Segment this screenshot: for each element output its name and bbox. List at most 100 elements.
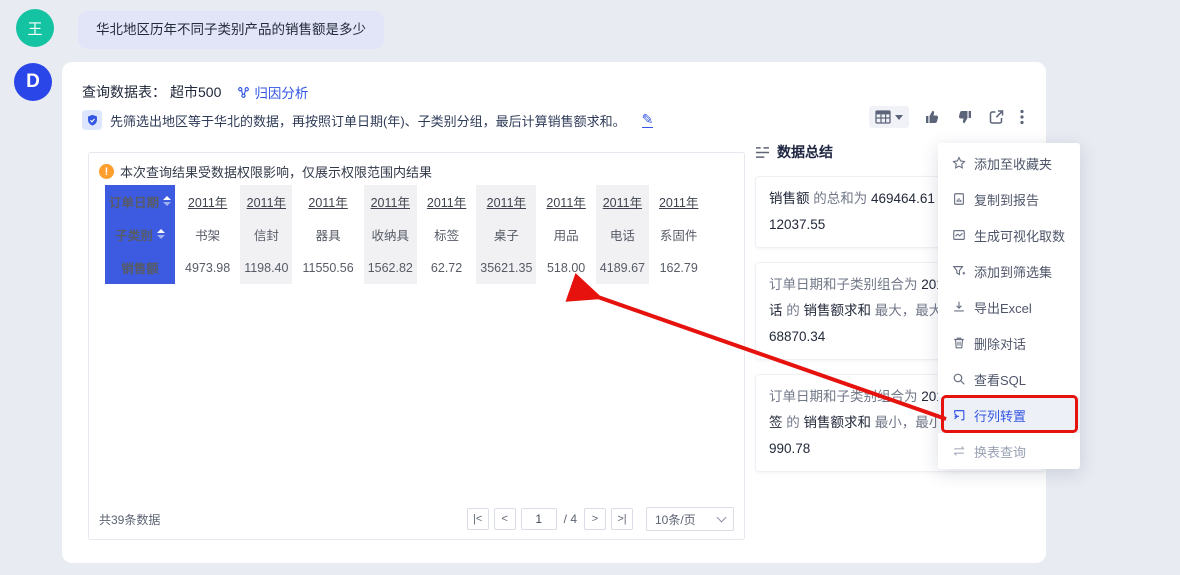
warning-icon: ! <box>99 164 114 179</box>
summary-title: 数据总结 <box>777 142 833 162</box>
table-icon <box>875 110 891 124</box>
row-header-sales[interactable]: 销售额 <box>105 251 175 284</box>
menu-item-label: 删除对话 <box>974 334 1026 353</box>
trash-icon <box>952 336 966 350</box>
cell-subcategory: 桌子 <box>476 218 536 251</box>
menu-item-add-to-favorites[interactable]: 添加至收藏夹 <box>938 145 1080 181</box>
next-page-button[interactable]: > <box>584 508 606 530</box>
row-header-subcategory[interactable]: 子类别 <box>105 218 175 251</box>
query-logic-row: 先筛选出地区等于华北的数据，再按照订单日期(年)、子类别分组，最后计算销售额求和… <box>82 110 653 130</box>
attribution-icon <box>237 86 250 99</box>
summary-list-icon <box>755 146 770 159</box>
cell-sales: 518.00 <box>542 251 589 284</box>
share-button[interactable] <box>988 109 1005 125</box>
cell-sales: 162.79 <box>655 251 702 284</box>
share-icon <box>988 109 1005 125</box>
cell-subcategory: 书架 <box>181 218 234 251</box>
thumbs-up-icon <box>924 109 941 125</box>
swap-icon <box>952 444 966 458</box>
chart-icon <box>952 228 966 242</box>
page-size-value: 10条/页 <box>655 511 696 528</box>
report-icon <box>952 192 966 206</box>
pagination-bar: 共39条数据 |< < / 4 > >| 10条/页 <box>99 507 734 531</box>
star-icon <box>952 156 966 170</box>
thumbs-down-icon <box>956 109 973 125</box>
cell-subcategory: 信封 <box>240 218 292 251</box>
cell-year[interactable]: 2011年 <box>298 185 357 218</box>
cell-sales: 4973.98 <box>181 251 234 284</box>
chevron-down-icon <box>717 513 727 523</box>
pivot-table: 订单日期 2011年 2011年 2011年 2011年 2011年 2011年… <box>99 185 708 284</box>
menu-item-switch-table-query[interactable]: 换表查询 <box>938 433 1080 469</box>
cell-sales: 35621.35 <box>476 251 536 284</box>
table-style-button[interactable] <box>869 106 909 128</box>
menu-item-transpose[interactable]: 行列转置 <box>938 397 1080 433</box>
sort-icon[interactable] <box>163 196 171 206</box>
result-toolbar <box>869 106 1024 128</box>
menu-item-copy-to-report[interactable]: 复制到报告 <box>938 181 1080 217</box>
answer-card: 查询数据表： 超市500 归因分析 先筛选出地区等于华北的数据，再按照订单日期(… <box>62 62 1046 563</box>
menu-item-generate-visualization[interactable]: 生成可视化取数 <box>938 217 1080 253</box>
transpose-icon <box>952 408 966 422</box>
permission-notice-text: 本次查询结果受数据权限影响，仅展示权限范围内结果 <box>120 162 432 181</box>
cell-sales: 11550.56 <box>298 251 357 284</box>
cell-subcategory: 系固件 <box>655 218 702 251</box>
download-icon <box>952 300 966 314</box>
thumbs-down-button[interactable] <box>956 109 973 125</box>
cell-subcategory: 标签 <box>423 218 470 251</box>
row-header-order-date[interactable]: 订单日期 <box>105 185 175 218</box>
prev-page-button[interactable]: < <box>494 508 516 530</box>
menu-item-label: 查看SQL <box>974 370 1026 389</box>
last-page-button[interactable]: >| <box>611 508 633 530</box>
cell-sales: 62.72 <box>423 251 470 284</box>
page-number-input[interactable] <box>521 508 557 530</box>
menu-item-export-excel[interactable]: 导出Excel <box>938 289 1080 325</box>
query-table-name: 超市500 <box>170 82 221 102</box>
menu-item-label: 复制到报告 <box>974 190 1039 209</box>
query-logic-text: 先筛选出地区等于华北的数据，再按照订单日期(年)、子类别分组，最后计算销售额求和… <box>110 111 626 130</box>
attribution-analysis-link[interactable]: 归因分析 <box>237 82 308 102</box>
menu-item-add-to-filter-set[interactable]: 添加到筛选集 <box>938 253 1080 289</box>
cell-year[interactable]: 2011年 <box>364 185 417 218</box>
table-row: 订单日期 2011年 2011年 2011年 2011年 2011年 2011年… <box>105 185 702 218</box>
shield-icon <box>82 110 102 130</box>
menu-item-label: 导出Excel <box>974 298 1032 317</box>
assistant-logo: D <box>14 63 52 101</box>
cell-year[interactable]: 2011年 <box>596 185 649 218</box>
cell-subcategory: 收纳具 <box>364 218 417 251</box>
menu-item-delete-conversation[interactable]: 删除对话 <box>938 325 1080 361</box>
more-actions-button[interactable] <box>1020 109 1024 125</box>
menu-item-label: 添加至收藏夹 <box>974 154 1052 173</box>
user-message-bubble: 华北地区历年不同子类别产品的销售额是多少 <box>78 11 384 49</box>
menu-item-label: 生成可视化取数 <box>974 226 1065 245</box>
cell-year[interactable]: 2011年 <box>240 185 292 218</box>
cell-year[interactable]: 2011年 <box>423 185 470 218</box>
query-table-header: 查询数据表： 超市500 归因分析 <box>82 82 308 102</box>
cell-sales: 4189.67 <box>596 251 649 284</box>
search-icon <box>952 372 966 386</box>
cell-year[interactable]: 2011年 <box>655 185 702 218</box>
page-total-label: / 4 <box>564 512 577 526</box>
cell-subcategory: 电话 <box>596 218 649 251</box>
page-size-select[interactable]: 10条/页 <box>646 507 734 531</box>
attribution-label: 归因分析 <box>254 82 308 102</box>
cell-year[interactable]: 2011年 <box>476 185 536 218</box>
edit-icon[interactable]: ✎ <box>642 112 654 128</box>
first-page-button[interactable]: |< <box>467 508 489 530</box>
cell-year[interactable]: 2011年 <box>542 185 589 218</box>
cell-sales: 1198.40 <box>240 251 292 284</box>
user-avatar: 王 <box>16 9 54 47</box>
cell-subcategory: 器具 <box>298 218 357 251</box>
menu-item-label: 添加到筛选集 <box>974 262 1052 281</box>
kebab-menu-icon <box>1020 109 1024 125</box>
table-row: 销售额 4973.98 1198.40 11550.56 1562.82 62.… <box>105 251 702 284</box>
permission-notice: ! 本次查询结果受数据权限影响，仅展示权限范围内结果 <box>99 162 432 181</box>
query-table-label: 查询数据表： <box>82 82 166 102</box>
table-row: 子类别 书架 信封 器具 收纳具 标签 桌子 用品 电话 系固件 <box>105 218 702 251</box>
thumbs-up-button[interactable] <box>924 109 941 125</box>
menu-item-view-sql[interactable]: 查看SQL <box>938 361 1080 397</box>
sort-icon[interactable] <box>157 229 165 239</box>
cell-sales: 1562.82 <box>364 251 417 284</box>
menu-item-label: 换表查询 <box>974 442 1026 461</box>
cell-year[interactable]: 2011年 <box>181 185 234 218</box>
